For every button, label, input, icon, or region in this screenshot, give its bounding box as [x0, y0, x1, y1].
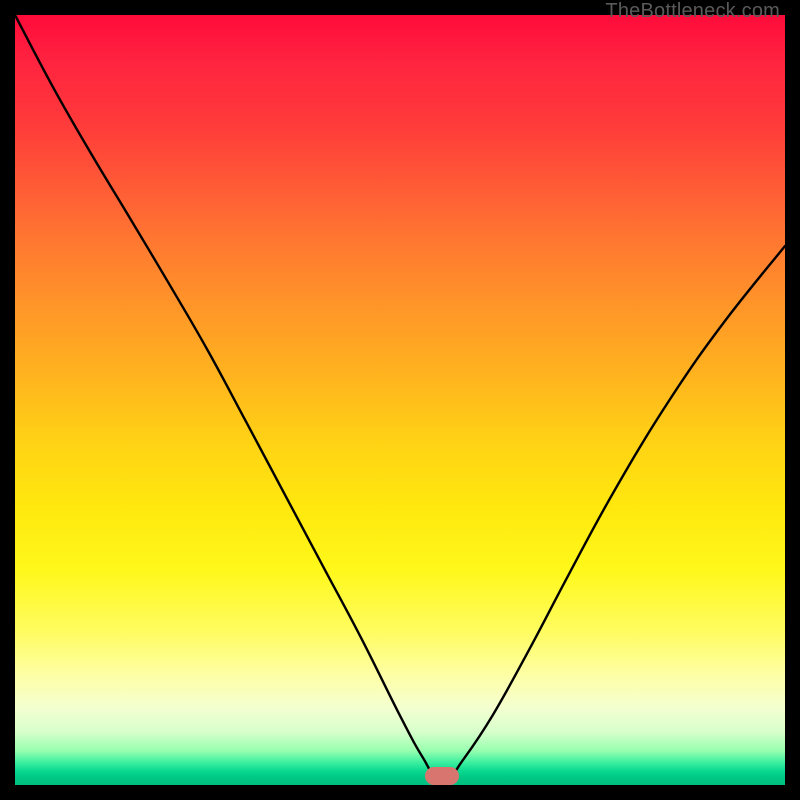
- chart-frame: TheBottleneck.com: [0, 0, 800, 800]
- bottleneck-curve: [15, 15, 785, 785]
- plot-area: [15, 15, 785, 785]
- minimum-marker: [425, 767, 459, 785]
- watermark-text: TheBottleneck.com: [605, 0, 780, 23]
- curve-svg: [15, 15, 785, 785]
